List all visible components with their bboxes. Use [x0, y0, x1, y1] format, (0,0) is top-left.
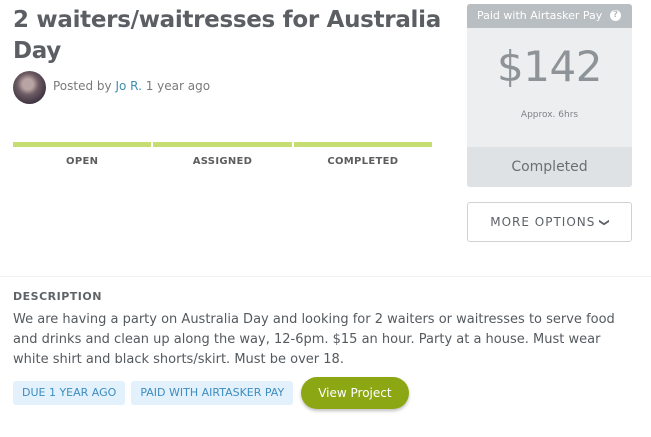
poster-name-link[interactable]: Jo R. — [115, 79, 141, 93]
payment-tag: PAID WITH AIRTASKER PAY — [131, 381, 294, 405]
payment-panel-header: Paid with Airtasker Pay ? — [467, 4, 632, 28]
task-progress-stages: OPEN ASSIGNED COMPLETED — [13, 142, 432, 168]
stage-completed: COMPLETED — [293, 142, 432, 168]
more-options-button[interactable]: MORE OPTIONS ❯ — [467, 202, 632, 242]
posted-prefix: Posted by — [53, 79, 116, 93]
task-title: 2 waiters/waitresses for Australia Day — [13, 7, 441, 64]
approx-duration: Approx. 6hrs — [520, 110, 579, 120]
section-divider — [0, 276, 651, 277]
task-price: $142 — [497, 42, 602, 91]
chevron-down-icon: ❯ — [599, 218, 611, 228]
view-project-button[interactable]: View Project — [301, 377, 409, 409]
help-icon[interactable]: ? — [610, 10, 621, 21]
posted-by: Posted by Jo R. 1 year ago — [53, 79, 210, 93]
payment-panel: Paid with Airtasker Pay ? $142 Approx. 6… — [467, 4, 632, 187]
stage-open: OPEN — [13, 142, 152, 168]
task-tags: DUE 1 YEAR AGO PAID WITH AIRTASKER PAY V… — [13, 377, 409, 409]
posted-time: 1 year ago — [141, 79, 211, 93]
description-text: We are having a party on Australia Day a… — [13, 312, 615, 367]
payment-method-label: Paid with Airtasker Pay — [477, 9, 603, 22]
description-heading: DESCRIPTION — [13, 290, 102, 303]
task-status: Completed — [467, 147, 632, 187]
poster-avatar[interactable] — [13, 71, 46, 104]
stage-assigned: ASSIGNED — [153, 142, 292, 168]
more-options-label: MORE OPTIONS — [490, 215, 596, 229]
due-tag: DUE 1 YEAR AGO — [13, 381, 126, 405]
